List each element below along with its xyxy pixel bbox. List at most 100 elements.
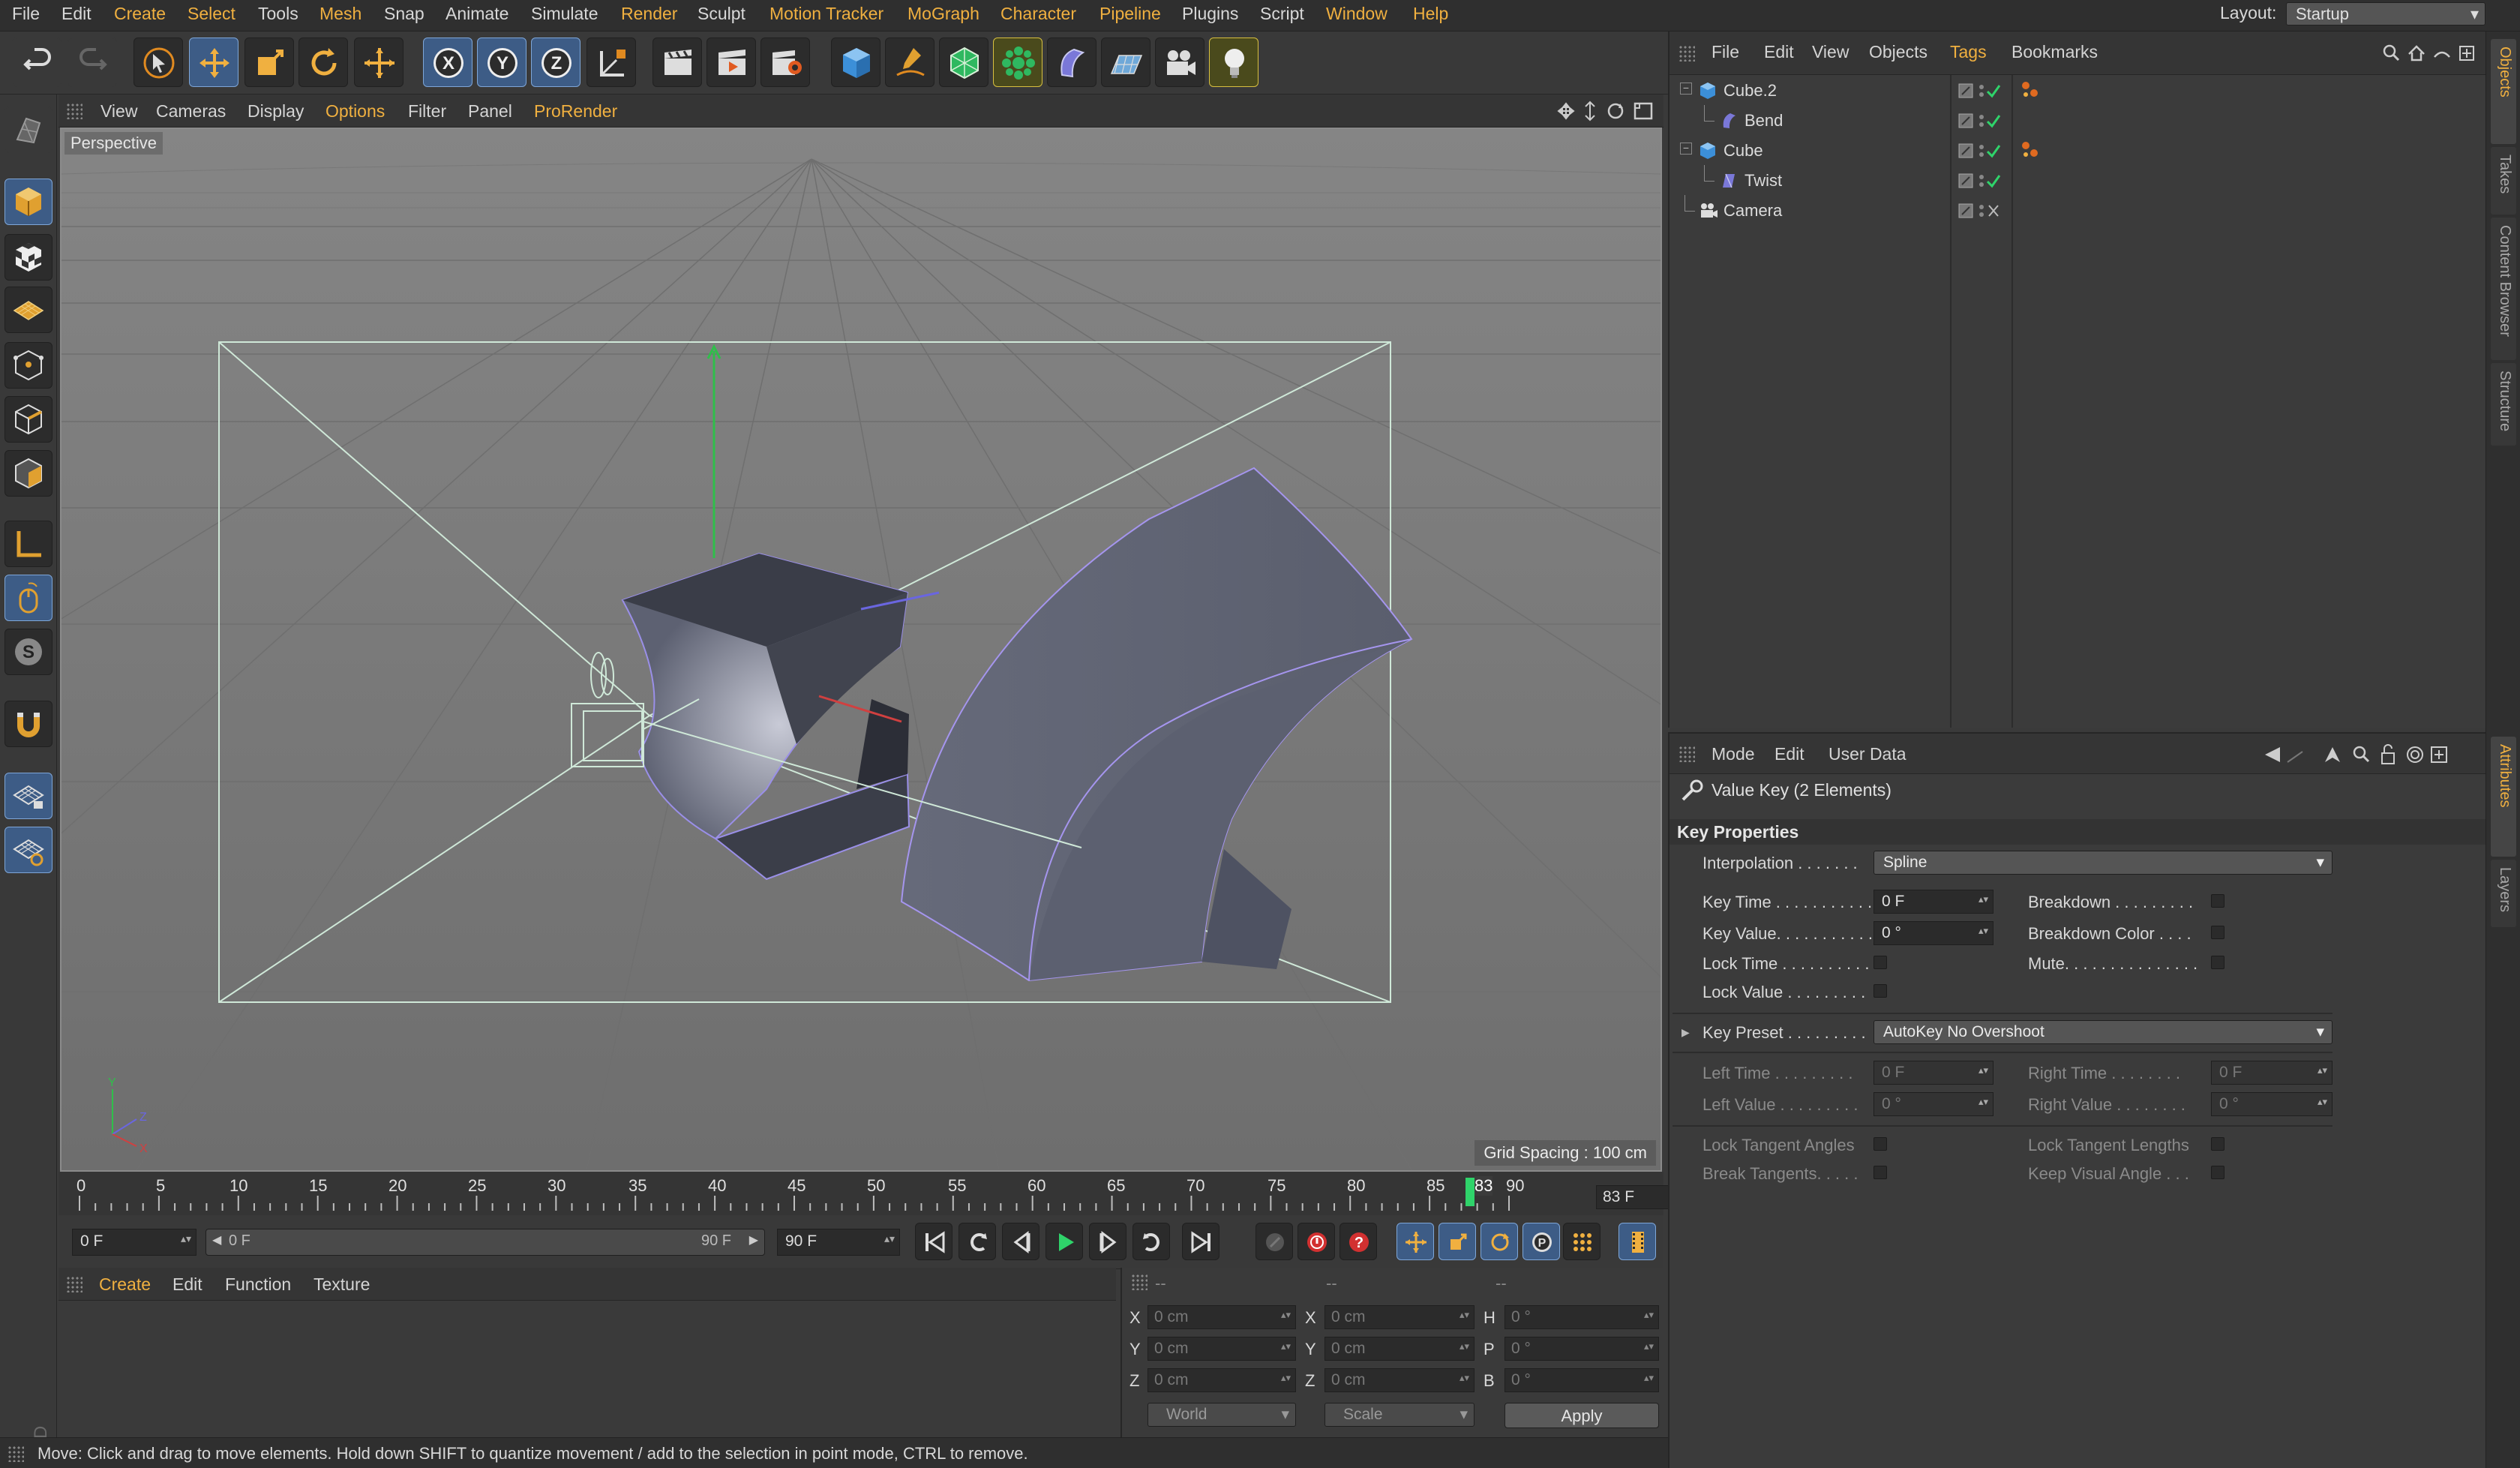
make-editable-button[interactable] <box>4 107 52 153</box>
menu-sculpt[interactable]: Sculpt <box>698 4 746 24</box>
min-time-field[interactable]: 0 F ▴▾ <box>72 1229 196 1256</box>
object-name[interactable]: Twist <box>1744 171 1782 191</box>
object-name[interactable]: Cube <box>1724 141 1763 161</box>
left-time-field[interactable]: 0 F ▴▾ <box>1874 1061 1994 1085</box>
animation-tag-icon[interactable] <box>2019 80 2042 101</box>
collapse-toggle-icon[interactable]: − <box>1680 83 1692 95</box>
om-menu-objects[interactable]: Objects <box>1869 42 1928 62</box>
go-to-start-button[interactable] <box>915 1223 952 1260</box>
side-tab-content-browser[interactable]: Content Browser <box>2491 218 2516 360</box>
lock-tangent-angles-checkbox[interactable] <box>1874 1137 1887 1151</box>
viewport-navigation-icons[interactable] <box>1557 101 1659 122</box>
play-button[interactable] <box>1046 1223 1083 1260</box>
recent-tool-button[interactable] <box>354 38 404 87</box>
menu-file[interactable]: File <box>12 4 40 24</box>
size-mode-select[interactable]: Scale ▾ <box>1324 1403 1474 1427</box>
panel-grip-icon[interactable] <box>66 1276 82 1292</box>
visibility-toggles-icon[interactable] <box>1958 141 2010 161</box>
select-tool-button[interactable] <box>134 38 183 87</box>
subdivision-button[interactable] <box>939 38 988 87</box>
x-axis-button[interactable]: X <box>423 38 472 87</box>
menu-edit[interactable]: Edit <box>62 4 92 24</box>
record-position-button[interactable] <box>1396 1223 1434 1260</box>
am-menu-user-data[interactable]: User Data <box>1828 744 1906 764</box>
object-row-cube-2[interactable]: − Cube.2 <box>1670 75 2487 105</box>
locked-workplane-button[interactable] <box>4 773 52 819</box>
camera-button[interactable] <box>1155 38 1204 87</box>
object-name[interactable]: Camera <box>1724 201 1782 221</box>
next-frame-button[interactable] <box>1089 1223 1126 1260</box>
pos-z-field[interactable]: 0 cm ▴▾ <box>1148 1368 1296 1392</box>
lock-value-checkbox[interactable] <box>1874 984 1887 998</box>
pos-y-field[interactable]: 0 cm ▴▾ <box>1148 1337 1296 1361</box>
enable-axis-button[interactable] <box>4 521 52 567</box>
object-row-bend[interactable]: Bend <box>1670 105 2487 135</box>
key-time-field[interactable]: 0 F ▴▾ <box>1874 890 1994 914</box>
points-mode-button[interactable] <box>4 342 52 389</box>
edges-mode-button[interactable] <box>4 396 52 443</box>
z-axis-button[interactable]: Z <box>531 38 580 87</box>
visibility-toggles-icon[interactable] <box>1958 111 2010 131</box>
right-time-field[interactable]: 0 F ▴▾ <box>2211 1061 2332 1085</box>
material-list-area[interactable] <box>58 1301 1116 1437</box>
mute-checkbox[interactable] <box>2211 956 2224 969</box>
size-y-field[interactable]: 0 cm ▴▾ <box>1324 1337 1474 1361</box>
object-row-twist[interactable]: Twist <box>1670 165 2487 195</box>
coordinate-system-button[interactable] <box>586 38 636 87</box>
size-x-field[interactable]: 0 cm ▴▾ <box>1324 1305 1474 1329</box>
next-key-button[interactable] <box>1132 1223 1170 1260</box>
model-mode-button[interactable] <box>4 179 52 225</box>
viewport-camera-label[interactable]: Perspective <box>64 132 163 155</box>
key-preset-dropdown[interactable]: AutoKey No Overshoot <box>1874 1020 2332 1044</box>
object-name[interactable]: Bend <box>1744 111 1783 131</box>
collapse-toggle-icon[interactable]: − <box>1680 143 1692 155</box>
interpolation-dropdown[interactable]: Spline <box>1874 851 2332 875</box>
preview-range-slider[interactable]: ◀ 0 F 90 F ▶ <box>206 1229 765 1256</box>
left-value-field[interactable]: 0 ° ▴▾ <box>1874 1092 1994 1116</box>
lock-time-checkbox[interactable] <box>1874 956 1887 969</box>
keyframe-selection-button[interactable]: ? <box>1340 1223 1377 1260</box>
go-to-end-button[interactable] <box>1182 1223 1220 1260</box>
menu-render[interactable]: Render <box>621 4 677 24</box>
polygons-mode-button[interactable] <box>4 450 52 497</box>
menu-help[interactable]: Help <box>1413 4 1448 24</box>
menu-select[interactable]: Select <box>188 4 236 24</box>
size-z-field[interactable]: 0 cm ▴▾ <box>1324 1368 1474 1392</box>
om-header-icons[interactable] <box>2382 42 2480 65</box>
layout-select[interactable]: Startup <box>2286 2 2486 26</box>
menu-create[interactable]: Create <box>114 4 166 24</box>
undo-button[interactable] <box>12 38 62 87</box>
rot-b-field[interactable]: 0 ° ▴▾ <box>1504 1368 1659 1392</box>
planar-workplane-button[interactable] <box>4 827 52 873</box>
menu-simulate[interactable]: Simulate <box>531 4 598 24</box>
previous-frame-button[interactable] <box>1002 1223 1040 1260</box>
visibility-toggles-icon[interactable] <box>1958 81 2010 101</box>
record-active-objects-button[interactable] <box>1256 1223 1293 1260</box>
apply-button[interactable]: Apply <box>1504 1403 1659 1428</box>
am-menu-edit[interactable]: Edit <box>1774 744 1804 764</box>
rot-p-field[interactable]: 0 ° ▴▾ <box>1504 1337 1659 1361</box>
material-menu-edit[interactable]: Edit <box>172 1274 202 1295</box>
side-tab-attributes[interactable]: Attributes <box>2491 737 2516 857</box>
floor-button[interactable] <box>1101 38 1150 87</box>
om-menu-bookmarks[interactable]: Bookmarks <box>2012 42 2098 62</box>
workplane-mode-button[interactable] <box>4 287 52 333</box>
perspective-viewport[interactable]: Y Z X Perspective Grid Spacing : 100 cm <box>60 128 1662 1172</box>
max-time-field[interactable]: 90 F ▴▾ <box>777 1229 900 1256</box>
side-tab-structure[interactable]: Structure <box>2491 363 2516 446</box>
bent-cube[interactable] <box>900 467 1413 982</box>
menu-window[interactable]: Window <box>1326 4 1388 24</box>
render-view-button[interactable] <box>652 38 702 87</box>
object-row-cube[interactable]: − Cube <box>1670 135 2487 165</box>
light-button[interactable] <box>1209 38 1258 87</box>
record-rotation-button[interactable] <box>1480 1223 1518 1260</box>
render-picture-viewer-button[interactable] <box>706 38 756 87</box>
breakdown-color-checkbox[interactable] <box>2211 926 2224 939</box>
redo-button[interactable] <box>68 38 117 87</box>
pen-spline-button[interactable] <box>885 38 934 87</box>
record-scale-button[interactable] <box>1438 1223 1476 1260</box>
menu-plugins[interactable]: Plugins <box>1182 4 1238 24</box>
snap-button[interactable] <box>4 701 52 747</box>
record-parameter-button[interactable]: P <box>1522 1223 1560 1260</box>
viewport-menu-display[interactable]: Display <box>248 101 304 122</box>
